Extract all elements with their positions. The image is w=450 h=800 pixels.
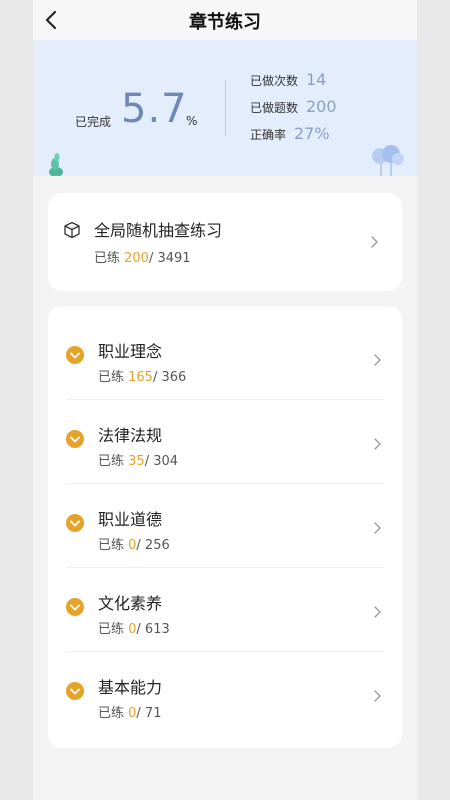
chapter-title: 法律法规 [98, 426, 163, 445]
chapter-item-2[interactable]: 法律法规 已练 35/ 304 [48, 400, 402, 484]
check-circle-icon [66, 598, 84, 616]
stat-attempts-label: 已做次数 [250, 74, 299, 88]
chapter-item-5[interactable]: 基本能力 已练 0/ 71 [48, 652, 402, 736]
random-practice-progress: 已练 200/ 3491 [94, 247, 191, 266]
stats-banner: 已完成 5.7 % 已做次数 14 已做题数 200 正确率 27% [33, 40, 417, 176]
check-circle-icon [66, 514, 84, 532]
chevron-right-icon [374, 354, 381, 366]
chapter-list: 职业理念 已练 165/ 366 法律法规 已练 35/ 304 职业道德 已练… [48, 306, 402, 748]
chapter-item-4[interactable]: 文化素养 已练 0/ 613 [48, 568, 402, 652]
app-screen: 章节练习 已完成 5.7 % 已做次数 14 已做题数 200 正确率 27% [33, 0, 417, 800]
progress-prefix: 已练 [94, 251, 125, 266]
progress-done: 35 [128, 454, 145, 469]
chapter-progress: 已练 0/ 71 [98, 702, 161, 721]
check-circle-icon [66, 682, 84, 700]
stat-attempts-value: 14 [306, 70, 327, 89]
chapter-title: 职业道德 [98, 510, 163, 529]
chapter-title: 文化素养 [98, 594, 163, 613]
progress-done: 165 [128, 370, 153, 385]
nav-bar: 章节练习 [33, 0, 417, 40]
progress-prefix: 已练 [98, 370, 129, 385]
stat-questions: 已做题数 200 [250, 97, 337, 119]
chevron-right-icon [374, 522, 381, 534]
progress-total: / 256 [136, 538, 170, 553]
chapter-item-3[interactable]: 职业道德 已练 0/ 256 [48, 484, 402, 568]
tree-decoration-icon [372, 145, 404, 176]
stats-divider [225, 80, 226, 136]
completed-label: 已完成 [75, 115, 112, 129]
check-circle-icon [66, 346, 84, 364]
stat-accuracy-value: 27% [294, 124, 330, 143]
chevron-right-icon [374, 690, 381, 702]
progress-total: / 304 [144, 454, 179, 469]
chapter-title: 职业理念 [98, 342, 163, 361]
chevron-right-icon [374, 438, 381, 450]
stat-questions-value: 200 [306, 97, 337, 116]
chapter-progress: 已练 35/ 304 [98, 450, 178, 469]
random-practice-card[interactable]: 全局随机抽查练习 已练 200/ 3491 [48, 193, 402, 291]
progress-prefix: 已练 [98, 454, 129, 469]
chapter-title: 基本能力 [98, 678, 163, 697]
chapter-progress: 已练 0/ 613 [98, 618, 170, 637]
progress-prefix: 已练 [98, 622, 129, 637]
progress-prefix: 已练 [98, 706, 129, 721]
progress-total: / 3491 [148, 251, 191, 266]
stat-accuracy: 正确率 27% [250, 124, 330, 146]
check-circle-icon [66, 430, 84, 448]
completed-unit: % [186, 114, 198, 128]
progress-total: / 613 [136, 622, 170, 637]
stat-questions-label: 已做题数 [250, 101, 299, 115]
cube-icon [64, 221, 80, 239]
chapter-progress: 已练 165/ 366 [98, 366, 186, 385]
plant-decoration-icon [49, 153, 63, 176]
progress-prefix: 已练 [98, 538, 129, 553]
page-title: 章节练习 [189, 12, 261, 33]
random-practice-title: 全局随机抽查练习 [94, 221, 223, 240]
progress-total: / 71 [136, 706, 162, 721]
chevron-right-icon [371, 236, 378, 248]
progress-total: / 366 [152, 370, 187, 385]
chapter-item-1[interactable]: 职业理念 已练 165/ 366 [48, 316, 402, 400]
chevron-right-icon [374, 606, 381, 618]
chapter-progress: 已练 0/ 256 [98, 534, 170, 553]
stat-accuracy-label: 正确率 [250, 128, 287, 142]
stat-attempts: 已做次数 14 [250, 70, 326, 92]
progress-done: 200 [124, 251, 149, 266]
completed-value: 5.7 [121, 86, 188, 132]
